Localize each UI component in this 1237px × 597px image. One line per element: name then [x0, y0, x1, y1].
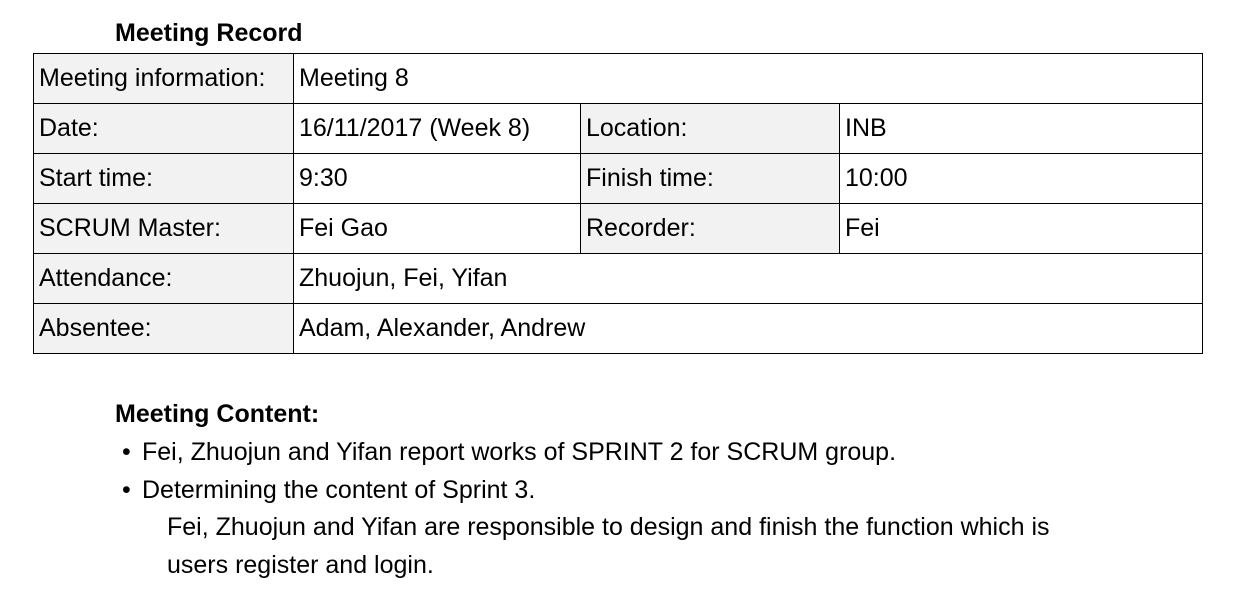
location-value: INB	[838, 103, 1204, 154]
meeting-content-heading: Meeting Content:	[115, 400, 320, 428]
attendance-label: Attendance:	[33, 253, 294, 304]
list-item-text: Determining the content of Sprint 3.	[142, 476, 536, 504]
recorder-label: Recorder:	[580, 203, 840, 254]
meeting-record-table: Meeting information: Meeting 8 Date: 16/…	[33, 53, 1204, 354]
list-item-text: Fei, Zhuojun and Yifan report works of S…	[142, 438, 897, 466]
table-row: SCRUM Master: Fei Gao Recorder: Fei	[33, 203, 1204, 254]
finish-time-label: Finish time:	[580, 153, 840, 204]
table-row: Absentee: Adam, Alexander, Andrew	[33, 303, 1204, 354]
table-row: Start time: 9:30 Finish time: 10:00	[33, 153, 1204, 204]
date-value: 16/11/2017 (Week 8)	[293, 103, 581, 154]
table-row: Date: 16/11/2017 (Week 8) Location: INB	[33, 103, 1204, 154]
bullet-icon: •	[122, 438, 131, 466]
page-title: Meeting Record	[115, 19, 303, 47]
start-time-value: 9:30	[293, 153, 581, 204]
location-label: Location:	[580, 103, 840, 154]
meeting-info-value: Meeting 8	[292, 53, 1204, 104]
finish-time-value: 10:00	[838, 153, 1204, 204]
detail-line: users register and login.	[167, 551, 434, 579]
list-item: • Determining the content of Sprint 3.	[122, 474, 535, 506]
scrum-master-label: SCRUM Master:	[33, 203, 294, 254]
start-time-label: Start time:	[33, 153, 294, 204]
list-item: • Fei, Zhuojun and Yifan report works of …	[122, 436, 896, 468]
absentee-value: Adam, Alexander, Andrew	[292, 303, 1204, 354]
meeting-info-label: Meeting information:	[33, 53, 294, 104]
table-row: Attendance: Zhuojun, Fei, Yifan	[33, 253, 1204, 304]
attendance-value: Zhuojun, Fei, Yifan	[292, 253, 1204, 304]
scrum-master-value: Fei Gao	[293, 203, 581, 254]
bullet-icon: •	[122, 476, 131, 504]
recorder-value: Fei	[838, 203, 1204, 254]
detail-line: Fei, Zhuojun and Yifan are responsible t…	[167, 513, 1050, 541]
date-label: Date:	[33, 103, 294, 154]
table-row: Meeting information: Meeting 8	[33, 53, 1204, 104]
absentee-label: Absentee:	[33, 303, 294, 354]
